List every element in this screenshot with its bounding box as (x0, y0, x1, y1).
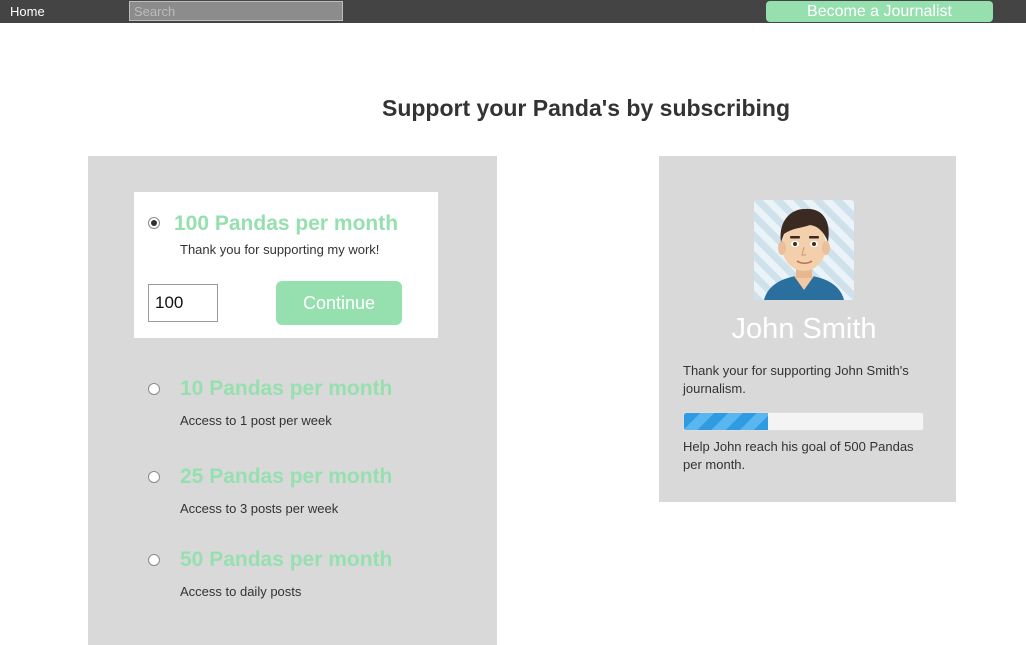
plan-title-10: 10 Pandas per month (180, 377, 393, 400)
support-thanks-text: Thank your for supporting John Smith's j… (683, 363, 909, 396)
continue-button[interactable]: Continue (276, 281, 402, 325)
plan-radio-25[interactable] (148, 471, 160, 483)
top-nav-bar: Home Become a Journalist (0, 0, 1026, 23)
plan-description-10: Access to 1 post per week (180, 413, 332, 428)
selected-plan-card: 100 Pandas per month Thank you for suppo… (134, 192, 438, 338)
plan-description-50: Access to daily posts (180, 584, 302, 599)
user-avatar-icon (754, 200, 854, 300)
plan-title-25: 25 Pandas per month (180, 465, 393, 488)
selected-plan-description: Thank you for supporting my work! (180, 242, 380, 257)
plan-title-50: 50 Pandas per month (180, 548, 393, 571)
journalist-name: John Smith (731, 313, 877, 345)
goal-text: Help John reach his goal of 500 Pandas p… (683, 439, 914, 472)
plan-radio-10[interactable] (148, 383, 160, 395)
selected-plan-title: 100 Pandas per month (174, 212, 399, 235)
goal-progress-fill (684, 413, 768, 430)
home-link[interactable]: Home (10, 4, 45, 19)
journalist-profile-panel: John Smith Thank your for supporting Joh… (659, 156, 956, 502)
page-title: Support your Panda's by subscribing (381, 95, 791, 121)
plan-radio-50[interactable] (148, 554, 160, 566)
amount-input[interactable] (148, 284, 218, 322)
plan-description-25: Access to 3 posts per week (180, 501, 339, 516)
goal-progress-bar (683, 412, 924, 431)
search-input[interactable] (129, 1, 343, 21)
become-journalist-button[interactable]: Become a Journalist (766, 1, 993, 22)
subscription-plans-panel: 100 Pandas per month Thank you for suppo… (88, 156, 497, 645)
plan-radio-selected[interactable] (148, 217, 160, 229)
